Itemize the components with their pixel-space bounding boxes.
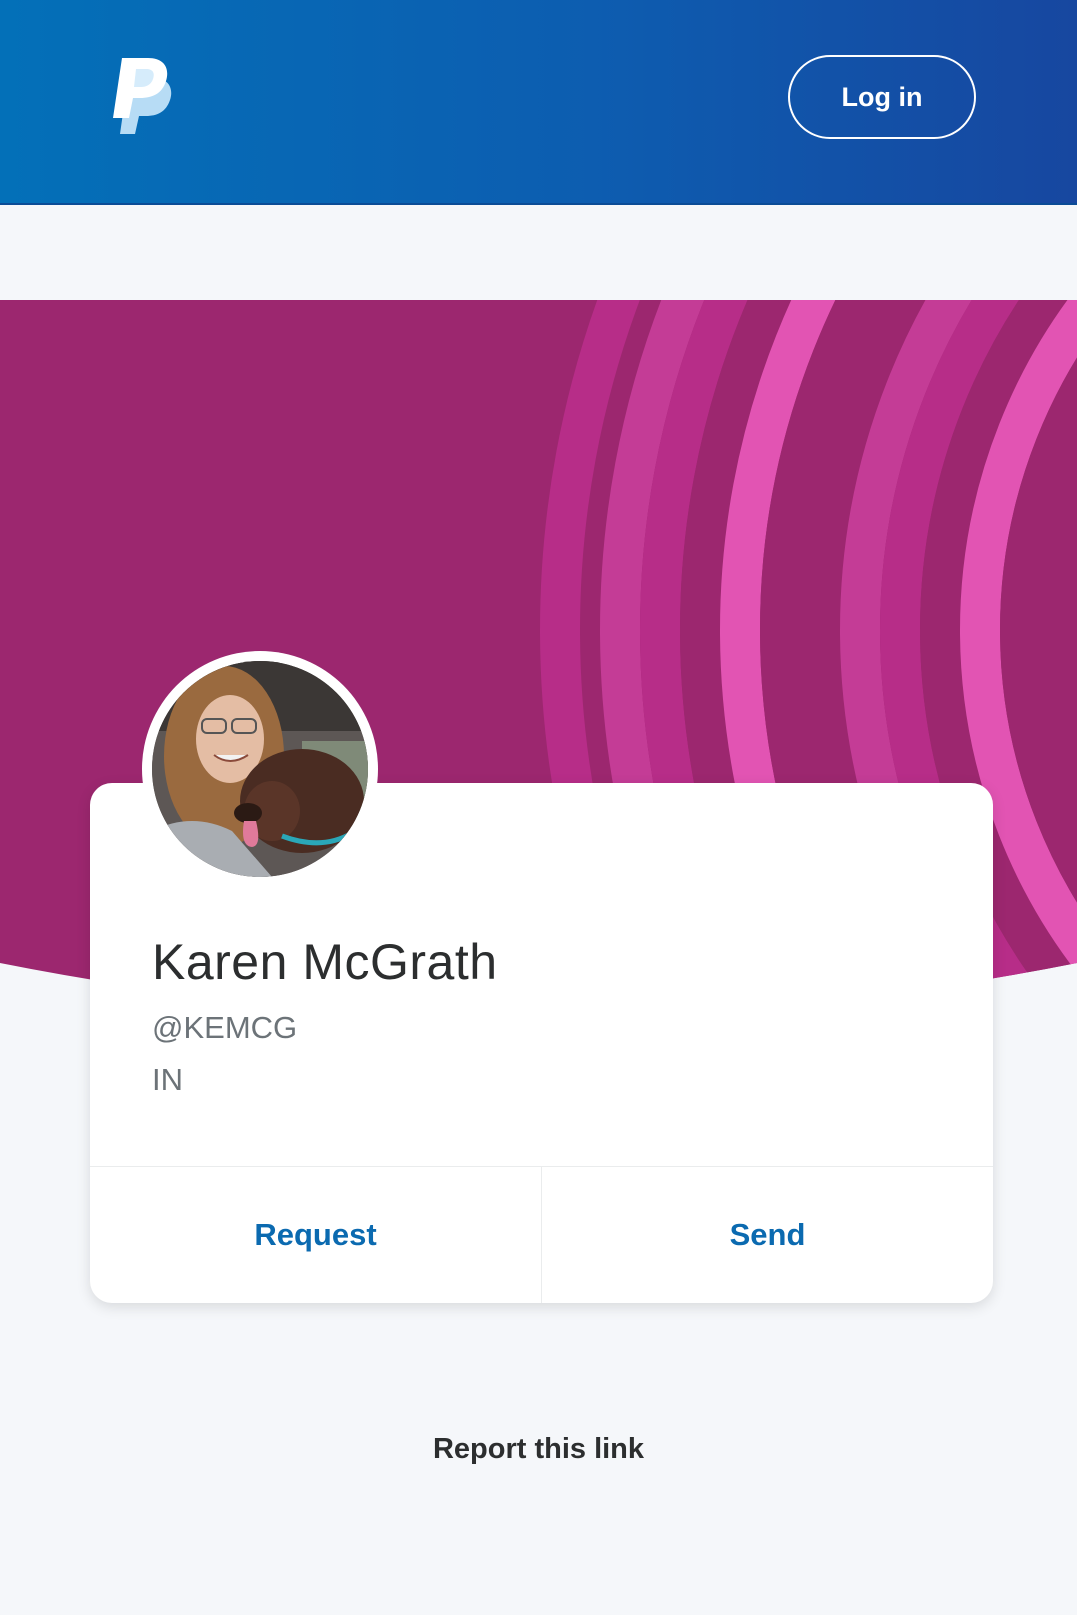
paypal-logo-icon[interactable] xyxy=(110,58,178,134)
login-button[interactable]: Log in xyxy=(788,55,976,139)
profile-name: Karen McGrath xyxy=(152,934,498,990)
action-bar: Request Send xyxy=(90,1166,993,1303)
report-link[interactable]: Report this link xyxy=(0,1433,1077,1466)
profile-country: IN xyxy=(152,1062,183,1097)
page: Log in Karen McGrath @KEMCG IN Request S… xyxy=(0,0,1077,1615)
avatar-ring xyxy=(142,651,378,887)
top-header: Log in xyxy=(0,0,1077,205)
avatar xyxy=(152,661,368,877)
profile-handle: @KEMCG xyxy=(152,1010,298,1045)
request-button[interactable]: Request xyxy=(90,1167,541,1303)
send-button[interactable]: Send xyxy=(541,1167,993,1303)
